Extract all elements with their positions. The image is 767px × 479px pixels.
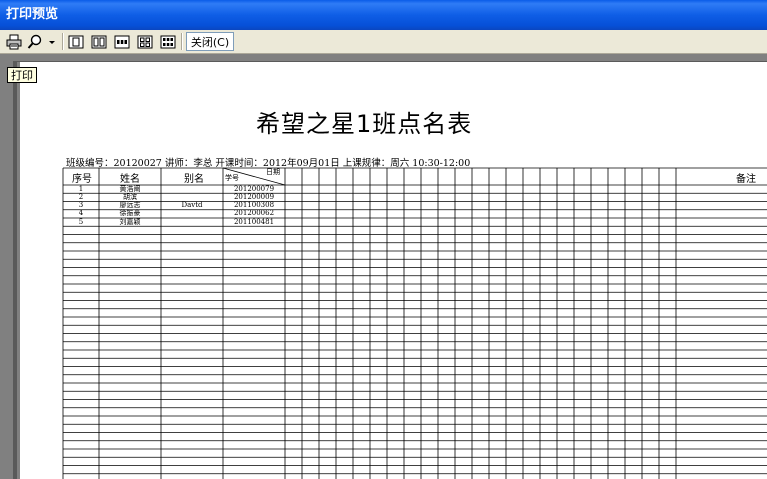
cell-seq: 2 xyxy=(78,192,84,201)
print-tooltip: 打印 xyxy=(7,67,37,83)
cell-alias: Davtd xyxy=(181,201,203,209)
cell-name: 刘嘉颖 xyxy=(119,217,141,226)
six-pages-icon xyxy=(160,35,176,48)
close-button[interactable]: 关闭(C) xyxy=(186,32,234,51)
cell-student-id: 201100481 xyxy=(233,217,275,226)
toolbar: 关闭(C) xyxy=(0,30,767,54)
printer-icon xyxy=(6,34,22,49)
title-bar: 打印预览 xyxy=(0,0,767,30)
cell-seq: 4 xyxy=(78,209,84,218)
cell-seq: 3 xyxy=(78,201,84,209)
window-title: 打印预览 xyxy=(6,7,59,22)
cell-name: 黄浩阐 xyxy=(119,184,141,193)
two-pages-icon xyxy=(91,35,107,48)
header-remark: 备注 xyxy=(736,174,756,185)
cell-student-id: 201200062 xyxy=(233,209,275,218)
zoom-button[interactable] xyxy=(26,32,58,51)
header-name: 姓名 xyxy=(120,174,140,185)
preview-page[interactable]: 希望之星1班点名表 班级编号：20120027 讲师：李总 开课时间：2012年… xyxy=(20,62,767,479)
header-date: 日期 xyxy=(266,168,280,176)
four-pages-button[interactable] xyxy=(135,32,155,51)
zoom-icon xyxy=(27,34,55,49)
toolbar-bottom-strip xyxy=(0,54,767,62)
cell-seq: 5 xyxy=(78,217,84,226)
cell-name: 廖远志 xyxy=(119,201,141,209)
one-page-icon xyxy=(68,35,84,48)
header-seq: 序号 xyxy=(72,174,92,185)
print-button[interactable] xyxy=(4,32,24,51)
cell-name: 胡滨 xyxy=(123,192,137,201)
left-margin-bar xyxy=(0,61,17,479)
four-pages-icon xyxy=(137,35,153,48)
attendance-grid xyxy=(62,167,767,479)
cell-name: 徐振豪 xyxy=(119,209,141,218)
cell-student-id: 201200009 xyxy=(233,192,275,201)
three-pages-button[interactable] xyxy=(112,32,132,51)
cell-student-id: 201100308 xyxy=(233,201,275,209)
header-alias: 别名 xyxy=(184,174,204,185)
six-pages-button[interactable] xyxy=(158,32,178,51)
three-pages-icon xyxy=(114,35,130,48)
two-pages-button[interactable] xyxy=(89,32,109,51)
one-page-button[interactable] xyxy=(66,32,86,51)
header-student-id: 学号 xyxy=(225,174,239,182)
cell-student-id: 201200079 xyxy=(233,184,275,193)
cell-seq: 1 xyxy=(78,184,84,193)
